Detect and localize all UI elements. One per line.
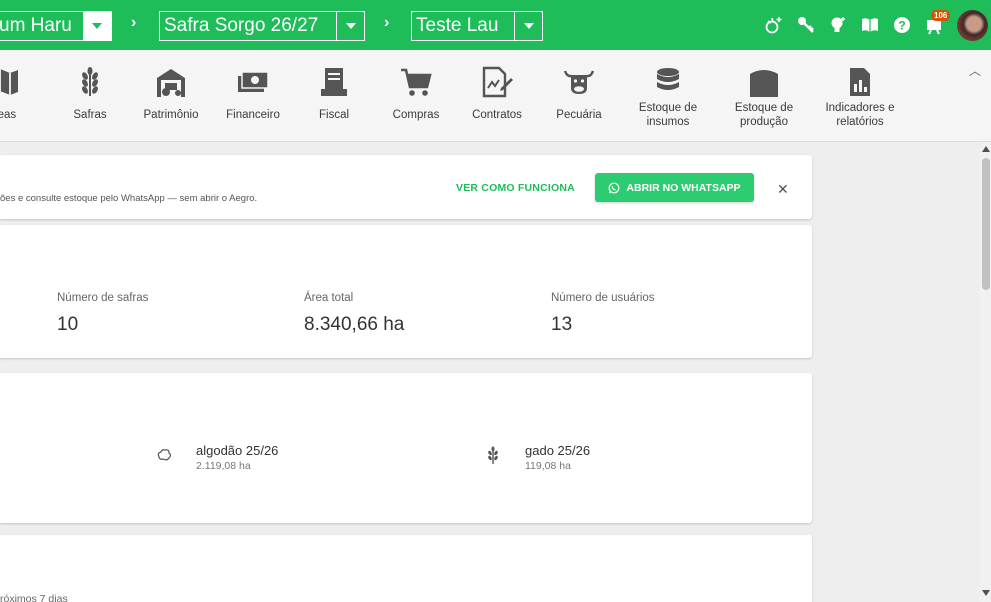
cart-icon xyxy=(399,65,433,99)
open-whatsapp-button[interactable]: ABRIR NO WHATSAPP xyxy=(595,173,754,202)
whatsapp-description: ões e consulte estoque pelo WhatsApp — s… xyxy=(0,193,258,204)
svg-text:?: ? xyxy=(898,19,905,33)
module-label: Indicadores e relatórios xyxy=(825,102,895,128)
notifications-badge: 106 xyxy=(931,10,951,21)
module-indicadores[interactable]: Indicadores e relatórios xyxy=(820,50,900,142)
database-icon xyxy=(651,65,685,99)
stat-value: 10 xyxy=(57,314,79,335)
invoice-icon xyxy=(317,65,351,99)
upcoming-card: róximos 7 dias xyxy=(0,535,812,602)
book-icon[interactable] xyxy=(859,14,881,36)
module-estoque-insumos[interactable]: Estoque de insumos xyxy=(628,50,708,142)
farm-select-dropdown-button[interactable] xyxy=(83,12,111,40)
scrollbar-thumb[interactable] xyxy=(982,158,990,290)
chevron-right-icon: › xyxy=(131,14,137,31)
stat-value: 13 xyxy=(551,314,573,335)
open-whatsapp-label: ABRIR NO WHATSAPP xyxy=(626,181,741,194)
module-estoque-producao[interactable]: Estoque de produção xyxy=(724,50,804,142)
upcoming-text: róximos 7 dias xyxy=(0,593,68,602)
user-select-value: Teste Lau xyxy=(416,15,499,36)
season-select-value: Safra Sorgo 26/27 xyxy=(164,15,319,36)
module-label: reas xyxy=(0,109,17,121)
user-select[interactable]: Teste Lau xyxy=(411,11,543,41)
cash-icon xyxy=(236,65,270,99)
stat-area-total: Área total 8.340,66 ha xyxy=(304,292,404,336)
crop-item[interactable]: algodão 25/26 2.119,08 ha xyxy=(154,443,278,472)
crop-name: algodão 25/26 xyxy=(196,443,279,458)
cow-icon xyxy=(562,65,596,99)
chevron-right-icon: › xyxy=(384,14,390,31)
module-label: Safras xyxy=(73,109,107,121)
module-label: Pecuária xyxy=(556,109,602,121)
stat-usuarios: Número de usuários 13 xyxy=(551,292,655,336)
collapse-icon[interactable]: ︿ xyxy=(969,62,981,79)
whatsapp-icon xyxy=(609,182,620,193)
module-contratos[interactable]: Contratos xyxy=(462,50,532,142)
crop-area: 119,08 ha xyxy=(525,460,571,472)
stat-label: Número de safras xyxy=(57,292,149,304)
stat-label: Área total xyxy=(304,292,354,304)
barn-tractor-icon xyxy=(154,65,188,99)
report-icon xyxy=(843,65,877,99)
assistant-icon[interactable] xyxy=(763,14,785,36)
season-select-dropdown-button[interactable] xyxy=(336,12,364,40)
stats-card: Número de safras 10 Área total 8.340,66 … xyxy=(0,225,812,358)
help-icon[interactable]: ? xyxy=(891,14,913,36)
crop-name: gado 25/26 xyxy=(525,443,591,458)
key-icon[interactable] xyxy=(795,14,817,36)
notifications-icon[interactable]: 106 xyxy=(923,10,951,36)
module-label: Fiscal xyxy=(318,109,350,121)
stat-safras: Número de safras 10 xyxy=(57,292,148,336)
farm-select[interactable]: um Haru xyxy=(0,11,112,41)
farm-select-value: um Haru xyxy=(0,15,72,36)
see-how-it-works-link[interactable]: VER COMO FUNCIONA xyxy=(456,182,575,194)
module-financeiro[interactable]: Financeiro xyxy=(218,50,288,142)
module-label: Compras xyxy=(392,109,440,121)
caret-down-icon xyxy=(345,23,356,29)
crops-card: algodão 25/26 2.119,08 ha gado 25/26 119… xyxy=(0,373,812,523)
stat-value: 8.340,66 ha xyxy=(304,314,405,335)
module-compras[interactable]: Compras xyxy=(381,50,451,142)
wheat-icon xyxy=(483,445,503,465)
avatar[interactable] xyxy=(957,10,988,41)
crop-area: 2.119,08 ha xyxy=(196,460,251,472)
stat-label: Número de usuários xyxy=(551,292,655,304)
module-label: Estoque de produção xyxy=(734,102,794,128)
close-icon[interactable]: ✕ xyxy=(777,181,789,198)
cotton-icon xyxy=(154,445,174,465)
module-bar: reas Safras Patrimônio Financeiro Fiscal… xyxy=(0,50,991,142)
module-label: Financeiro xyxy=(226,109,280,121)
crop-item[interactable]: gado 25/26 119,08 ha xyxy=(483,443,590,472)
silo-icon xyxy=(747,65,781,99)
module-label: Patrimônio xyxy=(143,109,199,121)
top-bar: um Haru › Safra Sorgo 26/27 › Teste Lau … xyxy=(0,0,991,50)
module-pecuaria[interactable]: Pecuária xyxy=(544,50,614,142)
season-select[interactable]: Safra Sorgo 26/27 xyxy=(159,11,365,41)
module-areas[interactable]: reas xyxy=(0,50,40,142)
contract-icon xyxy=(480,65,514,99)
module-label: Contratos xyxy=(472,109,522,121)
lightbulb-icon[interactable] xyxy=(827,14,849,36)
module-patrimonio[interactable]: Patrimônio xyxy=(136,50,206,142)
caret-down-icon xyxy=(92,23,102,29)
user-select-dropdown-button[interactable] xyxy=(514,12,542,40)
caret-down-icon xyxy=(523,23,534,29)
map-icon xyxy=(0,65,22,99)
wheat-icon xyxy=(73,65,107,99)
module-fiscal[interactable]: Fiscal xyxy=(299,50,369,142)
module-label: Estoque de insumos xyxy=(638,102,698,128)
scroll-down-arrow-icon[interactable] xyxy=(982,590,990,596)
whatsapp-card: ões e consulte estoque pelo WhatsApp — s… xyxy=(0,155,812,219)
module-safras[interactable]: Safras xyxy=(55,50,125,142)
scroll-up-arrow-icon[interactable] xyxy=(982,146,990,152)
